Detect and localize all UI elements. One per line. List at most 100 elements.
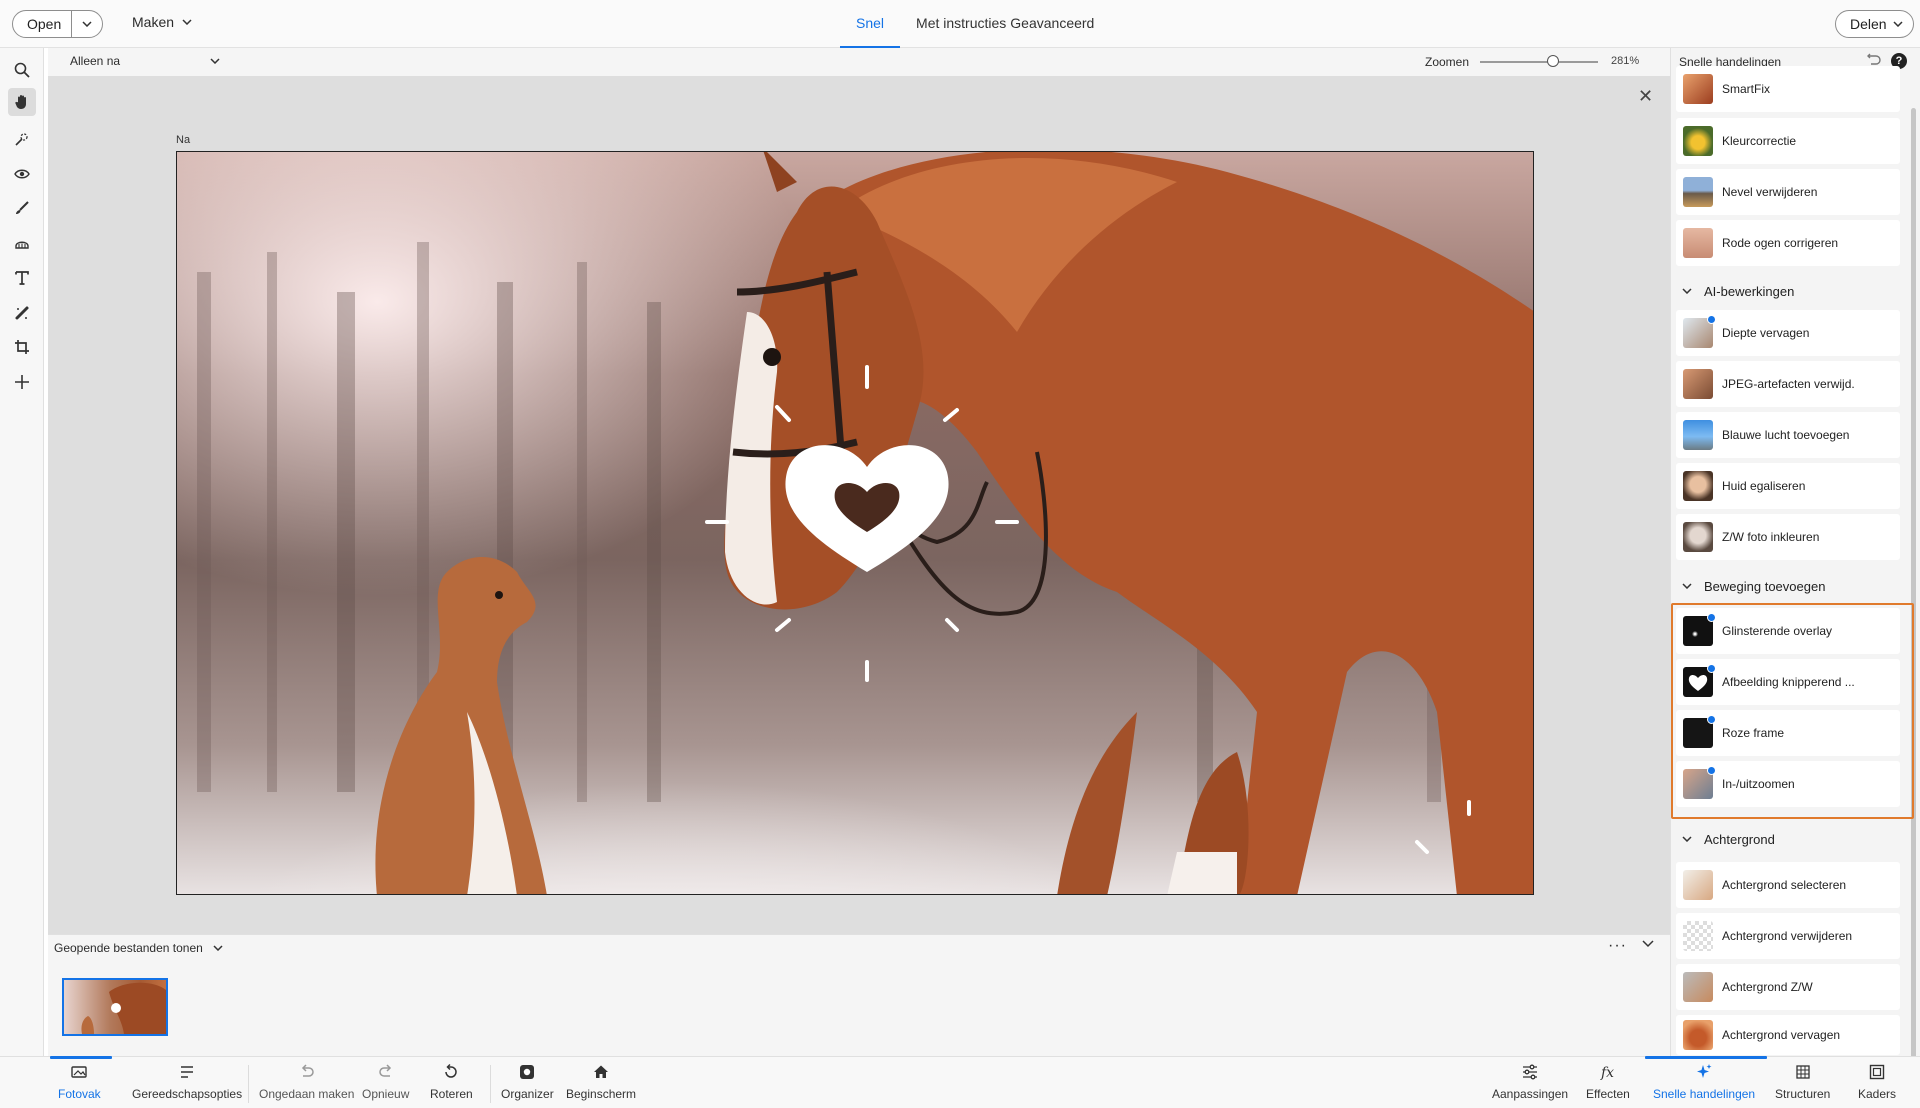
more-options-icon[interactable]: ···	[1608, 937, 1627, 955]
open-button-group[interactable]: Open	[12, 10, 104, 38]
action-item[interactable]: SmartFix	[1676, 66, 1900, 112]
action-item[interactable]: Rode ogen corrigeren	[1676, 220, 1900, 266]
frames-button[interactable]: Kaders	[1858, 1063, 1896, 1101]
new-badge	[1707, 715, 1716, 724]
section-background[interactable]: Achtergrond	[1676, 824, 1900, 854]
svg-text:fx: fx	[1600, 1065, 1614, 1081]
hand-tool-icon[interactable]	[8, 88, 36, 116]
effects-button[interactable]: fx Effecten	[1586, 1063, 1630, 1101]
divider	[248, 1065, 249, 1103]
zoom-tool-icon[interactable]	[8, 56, 36, 84]
tool-options-button[interactable]: Gereedschapsopties	[132, 1063, 242, 1101]
eye-tool-icon[interactable]	[8, 160, 36, 188]
action-item[interactable]: In-/uitzoomen	[1676, 761, 1900, 807]
action-item[interactable]: Achtergrond vervagen	[1676, 1015, 1900, 1055]
action-item[interactable]: Kleurcorrectie	[1676, 118, 1900, 164]
chevron-down-icon	[1682, 583, 1692, 589]
action-item[interactable]: Glinsterende overlay	[1676, 608, 1900, 654]
action-label: Nevel verwijderen	[1722, 185, 1818, 199]
tab-guided[interactable]: Met instructies	[900, 0, 1010, 48]
bottom-label: Kaders	[1858, 1087, 1897, 1101]
chevron-down-icon	[213, 945, 223, 951]
action-item[interactable]: Diepte vervagen	[1676, 310, 1900, 356]
reset-icon[interactable]	[1865, 53, 1881, 67]
action-item[interactable]: Afbeelding knipperend ...	[1676, 659, 1900, 705]
action-label: Achtergrond vervagen	[1722, 1028, 1841, 1042]
share-button[interactable]: Delen	[1835, 10, 1914, 38]
organizer-icon	[520, 1065, 535, 1079]
open-button[interactable]: Open	[13, 16, 71, 32]
zoom-slider-handle[interactable]	[1547, 55, 1559, 67]
home-button[interactable]: Beginscherm	[566, 1063, 636, 1101]
undo-button[interactable]: Ongedaan maken	[259, 1063, 354, 1101]
redo-button[interactable]: Opnieuw	[362, 1063, 409, 1101]
chevron-down-icon	[1893, 21, 1903, 27]
text-tool-icon[interactable]	[8, 264, 36, 292]
show-open-files-dropdown[interactable]: Geopende bestanden tonen	[54, 941, 223, 955]
action-label: JPEG-artefacten verwijd.	[1722, 377, 1855, 391]
action-item[interactable]: Z/W foto inkleuren	[1676, 514, 1900, 560]
close-icon[interactable]: ✕	[1638, 86, 1653, 107]
action-item[interactable]: Achtergrond verwijderen	[1676, 913, 1900, 959]
depth-blur-thumbnail	[1683, 315, 1716, 348]
action-item[interactable]: Roze frame	[1676, 710, 1900, 756]
chevron-down-icon	[210, 58, 220, 64]
quick-actions-button[interactable]: Snelle handelingen	[1645, 1056, 1767, 1101]
textures-button[interactable]: Structuren	[1775, 1063, 1830, 1101]
bottom-label: Beginscherm	[566, 1087, 637, 1101]
section-add-motion[interactable]: Beweging toevoegen	[1676, 571, 1900, 601]
rotate-button[interactable]: Roteren	[430, 1063, 473, 1101]
zoom-value[interactable]: 281%	[1611, 55, 1639, 67]
action-item[interactable]: Blauwe lucht toevoegen	[1676, 412, 1900, 458]
create-menu-label: Maken	[132, 14, 175, 30]
zoom-slider[interactable]	[1480, 61, 1598, 63]
action-item[interactable]: Huid egaliseren	[1676, 463, 1900, 509]
red-eye-thumbnail	[1683, 228, 1713, 258]
action-label: Achtergrond Z/W	[1722, 980, 1813, 994]
spot-healing-tool-icon[interactable]	[8, 299, 36, 327]
tab-quick[interactable]: Snel	[840, 0, 901, 48]
section-title: Beweging toevoegen	[1704, 578, 1826, 594]
photo-horse-and-dog[interactable]	[176, 151, 1534, 895]
tab-expert[interactable]: Geavanceerd	[1010, 0, 1110, 48]
zoom-in-out-thumbnail	[1683, 766, 1716, 799]
photo-bin-button[interactable]: Fotovak	[50, 1056, 112, 1101]
action-item[interactable]: Achtergrond Z/W	[1676, 964, 1900, 1010]
action-item[interactable]: Nevel verwijderen	[1676, 169, 1900, 215]
tool-options-icon	[181, 1066, 194, 1078]
action-label: Z/W foto inkleuren	[1722, 530, 1820, 544]
colorize-photo-thumbnail	[1683, 522, 1713, 552]
crop-tool-icon[interactable]	[8, 333, 36, 361]
effects-icon: fx	[1600, 1065, 1614, 1081]
bottom-label: Fotovak	[58, 1087, 101, 1101]
smooth-skin-thumbnail	[1683, 471, 1713, 501]
top-bar: Open Maken Snel Met instructies Geavance…	[0, 0, 1920, 48]
photo-thumbnail[interactable]	[62, 978, 168, 1036]
quick-actions-panel: Snelle handelingen ? SmartFix Kleurcorre…	[1670, 48, 1920, 1068]
organizer-button[interactable]: Organizer	[501, 1063, 554, 1101]
move-tool-icon[interactable]	[8, 368, 36, 396]
rotate-icon	[445, 1063, 458, 1078]
create-menu[interactable]: Maken	[132, 14, 192, 30]
chevron-down-icon[interactable]	[72, 21, 102, 27]
pink-frame-thumbnail	[1683, 715, 1716, 748]
bottom-label: Aanpassingen	[1492, 1087, 1569, 1101]
action-label: Diepte vervagen	[1722, 326, 1810, 340]
whiten-teeth-tool-icon[interactable]	[8, 229, 36, 257]
photo-bin	[48, 960, 1670, 1056]
photo-bin-bar: Geopende bestanden tonen ···	[48, 934, 1670, 960]
adjustments-button[interactable]: Aanpassingen	[1492, 1063, 1568, 1101]
panel-scrollbar[interactable]	[1911, 108, 1916, 1068]
bw-background-thumbnail	[1683, 972, 1713, 1002]
view-label: Na	[176, 134, 191, 146]
view-select[interactable]: Alleen na	[70, 54, 220, 68]
quick-selection-tool-icon[interactable]	[8, 125, 36, 153]
section-ai-edits[interactable]: AI-bewerkingen	[1676, 276, 1900, 306]
chevron-down-icon[interactable]	[1642, 940, 1654, 948]
action-item[interactable]: Achtergrond selecteren	[1676, 862, 1900, 908]
action-label: Achtergrond verwijderen	[1722, 929, 1853, 943]
color-correction-thumbnail	[1683, 126, 1713, 156]
brush-tool-icon[interactable]	[8, 194, 36, 222]
select-background-thumbnail	[1683, 870, 1713, 900]
action-item[interactable]: JPEG-artefacten verwijd.	[1676, 361, 1900, 407]
